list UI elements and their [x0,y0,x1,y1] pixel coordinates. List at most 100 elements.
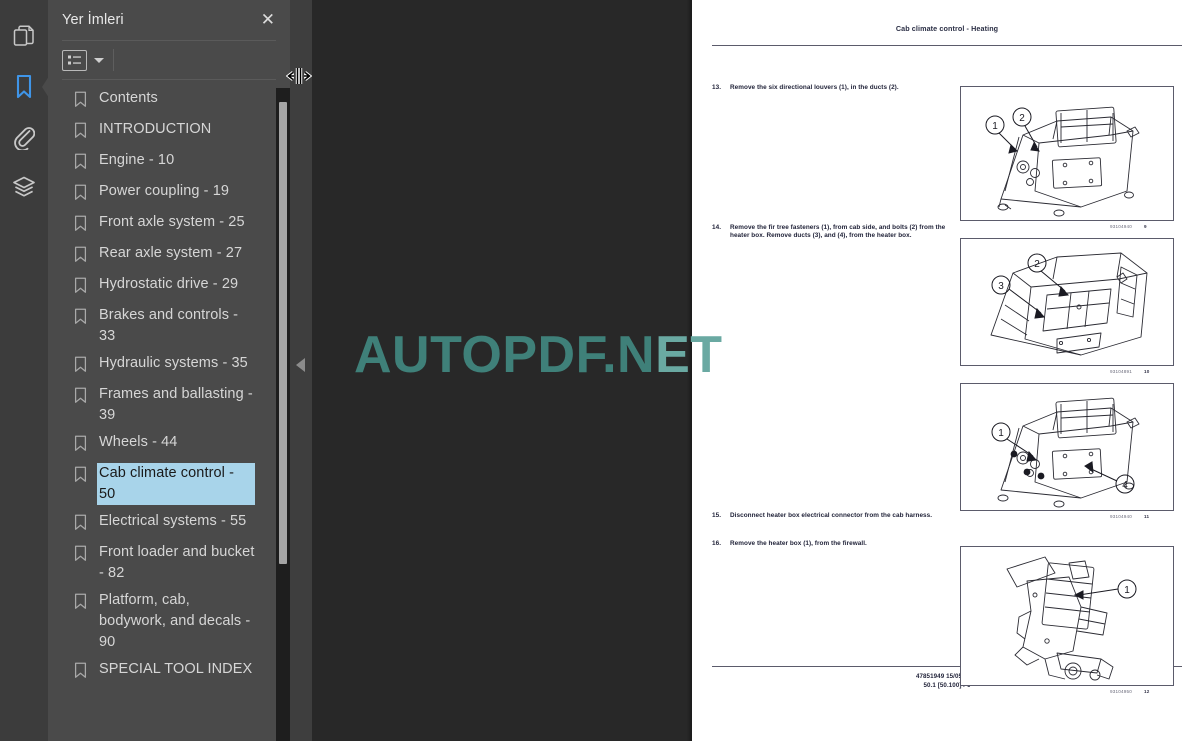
close-icon[interactable]: ✕ [258,10,278,31]
figure-caption: 93104891 10 [1110,369,1150,374]
bookmark-item[interactable]: Platform, cab, bodywork, and decals - 90 [48,587,290,656]
figure-callout: 4 [1122,480,1128,491]
bookmark-label: Cab climate control - 50 [96,462,256,506]
bookmark-icon [74,246,88,268]
page-header: Cab climate control - Heating [895,24,999,33]
viewer-divider [290,0,312,741]
layers-icon [12,175,36,199]
figure-code: 93104940 [1110,514,1133,519]
panel-scrollbar-thumb[interactable] [279,102,287,564]
rail-item-attachments[interactable] [2,112,46,162]
pages-icon [13,25,35,49]
bookmark-icon [74,662,88,684]
bookmark-label: Hydrostatic drive - 29 [99,276,239,292]
bookmark-label: Front loader and bucket - 82 [99,544,255,581]
bookmark-item[interactable]: INTRODUCTION [48,116,290,147]
list-options-icon[interactable] [62,49,87,71]
step-number: 16. [712,540,722,547]
bookmark-item[interactable]: Power coupling - 19 [48,178,290,209]
bookmark-item[interactable]: Contents [48,85,290,116]
instruction-step: 15. Disconnect heater box electrical con… [712,512,962,520]
bookmark-list[interactable]: Contents INTRODUCTION Engine - 10 Power cou… [48,80,290,741]
chevron-down-icon[interactable] [94,57,104,63]
figure-callout: 2 [1034,259,1040,270]
bookmark-icon [74,387,88,409]
step-text: Remove the six directional louvers (1), … [730,84,899,91]
bookmark-item[interactable]: SPECIAL TOOL INDEX [48,656,290,687]
bookmark-item[interactable]: Hydraulic systems - 35 [48,350,290,381]
watermark-light-part: ET [655,326,723,384]
bookmark-item[interactable]: Frames and ballasting - 39 [48,381,290,429]
step-text: Remove the heater box (1), from the fire… [730,540,867,547]
figure-caption: 93104950 12 [1110,689,1150,694]
panel-title: Yer İmleri [62,12,124,28]
rail-item-layers[interactable] [2,162,46,212]
figure-callout: 2 [1019,113,1025,124]
paperclip-icon [13,124,35,150]
figure-number: 12 [1144,689,1150,694]
bookmark-icon [74,466,88,488]
bookmark-icon [74,153,88,175]
figure-callout: 3 [998,281,1004,292]
bookmark-icon [74,122,88,144]
instruction-step: 13. Remove the six directional louvers (… [712,84,962,92]
bookmark-label: Engine - 10 [99,152,175,168]
bookmark-icon [74,308,88,330]
bookmark-label: Frames and ballasting - 39 [99,386,253,423]
bookmark-item[interactable]: Hydrostatic drive - 29 [48,271,290,302]
sidebar-icon-rail [0,0,51,741]
bookmark-item[interactable]: Front loader and bucket - 82 [48,539,290,587]
figure-callout: 1 [998,428,1004,439]
step-text: Disconnect heater box electrical connect… [730,512,933,519]
bookmark-icon [74,356,88,378]
figure-caption: 93104940 9 [1110,224,1147,229]
bookmark-item[interactable]: Engine - 10 [48,147,290,178]
figure-illustration: 1 2 [960,86,1174,221]
bookmark-item[interactable]: Rear axle system - 27 [48,240,290,271]
bookmark-icon [74,215,88,237]
bookmark-icon [74,593,88,615]
bookmark-label: INTRODUCTION [99,121,212,137]
panel-header: Yer İmleri ✕ [48,0,290,40]
watermark: AUTOPDF.NET [354,325,723,385]
panel-toolbar [48,41,290,79]
bookmark-icon [74,545,88,567]
bookmark-item[interactable]: Wheels - 44 [48,429,290,460]
bookmark-item[interactable]: Cab climate control - 50 [48,460,290,508]
bookmark-label: Electrical systems - 55 [99,513,247,529]
bookmark-item[interactable]: Front axle system - 25 [48,209,290,240]
bookmark-icon [74,277,88,299]
figure-illustration: 1 [960,546,1174,686]
pdf-page: Cab climate control - Heating 13. Remove… [687,0,1200,741]
figure-illustration: 1 4 [960,383,1174,511]
bookmark-label: Platform, cab, bodywork, and decals - 90 [99,592,251,650]
bookmark-icon [15,74,33,100]
bookmark-label: Power coupling - 19 [99,183,230,199]
bookmark-icon [74,514,88,536]
bookmark-label: Contents [99,90,158,106]
rail-item-thumbnails[interactable] [2,12,46,62]
step-number: 14. [712,224,722,231]
bookmark-item[interactable]: Brakes and controls - 33 [48,302,290,350]
page-body: 13. Remove the six directional louvers (… [692,46,1200,694]
figure-code: 93104891 [1110,369,1133,374]
bookmark-item[interactable]: Electrical systems - 55 [48,508,290,539]
bookmark-label: Wheels - 44 [99,434,178,450]
figure-callout: 1 [1124,585,1130,596]
document-viewer: AUTOPDF.NET Cab climate control - Heatin… [290,0,1200,741]
viewer-canvas[interactable]: AUTOPDF.NET Cab climate control - Heatin… [312,0,1200,741]
panel-scrollbar[interactable] [276,88,290,741]
instruction-step: 14. Remove the fir tree fasteners (1), f… [712,224,962,241]
bookmark-label: Front axle system - 25 [99,214,245,230]
bookmark-label: Brakes and controls - 33 [99,307,239,344]
rail-item-bookmarks[interactable] [2,62,51,112]
figure-code: 93104940 [1110,224,1133,229]
bookmarks-panel: Yer İmleri ✕ Contents INTRODUCTION Engine … [48,0,313,741]
figure-caption: 93104940 11 [1110,514,1149,519]
bookmark-label: Hydraulic systems - 35 [99,355,248,371]
step-number: 13. [712,84,722,91]
collapse-left-arrow-icon[interactable] [296,358,305,372]
bookmark-label: SPECIAL TOOL INDEX [99,661,253,677]
pdf-reader-window: Yer İmleri ✕ Contents INTRODUCTION Engine … [0,0,1200,741]
bookmark-icon [74,91,88,113]
